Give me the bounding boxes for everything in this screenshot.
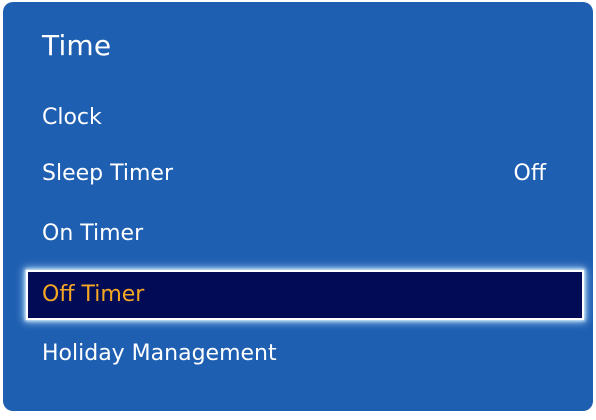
menu-item-label: Sleep Timer <box>42 161 173 186</box>
menu-item-clock[interactable]: Clock <box>3 96 593 140</box>
sleep-timer-value: Off <box>513 161 546 186</box>
menu-item-label: Holiday Management <box>42 341 277 366</box>
menu-item-off-timer[interactable]: Off Timer <box>26 270 584 320</box>
menu-item-on-timer[interactable]: On Timer <box>3 212 593 256</box>
menu-item-label: On Timer <box>42 221 144 246</box>
menu-title: Time <box>42 29 112 62</box>
time-menu-panel: Time Clock Sleep Timer Off On Timer Off … <box>3 2 593 411</box>
menu-item-sleep-timer[interactable]: Sleep Timer Off <box>3 152 593 196</box>
menu-item-label: Off Timer <box>42 282 145 307</box>
menu-item-holiday-management[interactable]: Holiday Management <box>3 332 593 376</box>
menu-item-label: Clock <box>42 105 102 130</box>
